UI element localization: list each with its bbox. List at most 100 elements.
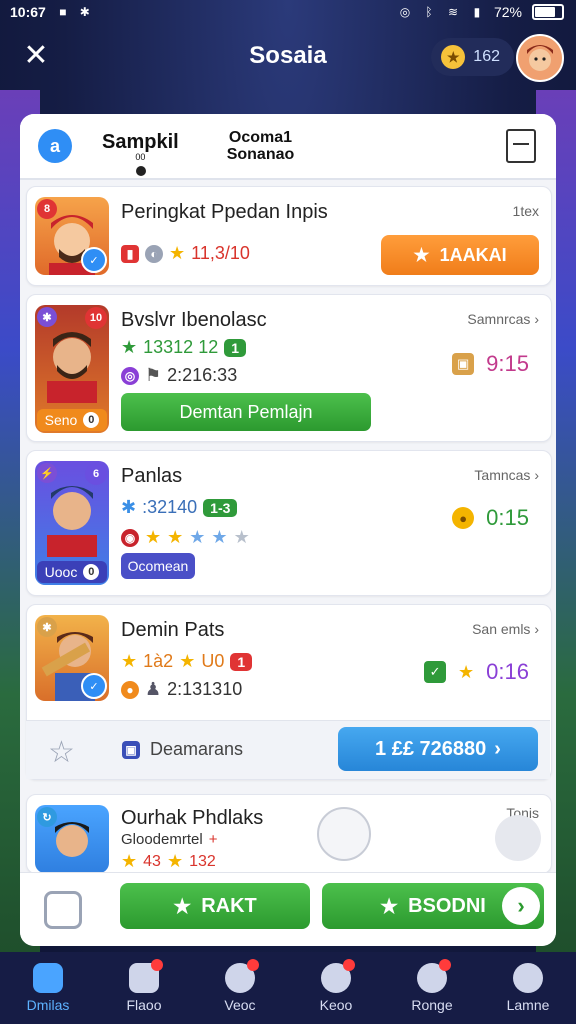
stats-value-b: 132 (189, 852, 216, 870)
star-outline-icon[interactable]: ☆ (48, 735, 75, 770)
primary-action-button[interactable]: ★ 1AAKAI (381, 235, 539, 275)
card-meta[interactable]: San emls › (472, 621, 539, 637)
tab-sampkil[interactable]: Sampkil 00 (102, 131, 179, 176)
green-action-button[interactable]: Demtan Pemlajn (121, 393, 371, 431)
green-action-label: Demtan Pemlajn (179, 401, 313, 422)
alarm-icon: ◎ (399, 5, 411, 19)
action-label-text: Deamarans (150, 739, 244, 759)
card-subtitle-text: Gloodemrtel (121, 831, 203, 848)
card-subtitle: Gloodemrtel + (121, 831, 217, 848)
purple-action-button[interactable]: Ocomean (121, 553, 195, 579)
active-tab-indicator (136, 165, 146, 176)
star-icon: ★ (179, 651, 196, 671)
card-meta-text: San emls (472, 621, 531, 637)
mic-icon[interactable] (495, 815, 541, 861)
time-value: 2:216:33 (167, 365, 238, 385)
nav-item-ronge[interactable]: Ronge (387, 959, 477, 1013)
gear-icon (513, 963, 543, 993)
nav-label: Dmilas (26, 997, 70, 1013)
card-meta[interactable]: Tamncas › (474, 467, 539, 483)
card-meta-text: Tamncas (474, 467, 531, 483)
stats-value: 11,3/10 (191, 243, 250, 263)
home-icon[interactable] (44, 891, 82, 929)
star-icon: ★ (458, 661, 475, 682)
thumb-count: 0 (83, 564, 100, 580)
player-thumbnail: ↻ (35, 805, 109, 873)
nav-label: Flaoo (126, 997, 162, 1013)
home-icon (33, 963, 63, 993)
nav-label: Ronge (411, 997, 453, 1013)
tab-ocoma[interactable]: Ocoma1 Sonanao (227, 129, 295, 163)
battery-percent: 72% (493, 4, 522, 20)
status-time: 10:67 (10, 4, 46, 20)
nav-item-dmilas[interactable]: Dmilas (3, 963, 93, 1013)
star-icon: ★ (121, 851, 138, 871)
notification-dot (439, 959, 451, 971)
bsodni-button-label: BSODNI (408, 894, 486, 917)
card-meta[interactable]: Samnrcas › (467, 311, 539, 327)
share-icon[interactable] (317, 807, 371, 861)
level-tag: 1 (230, 652, 253, 671)
nav-label: Keoo (319, 997, 353, 1013)
notification-dot (247, 959, 259, 971)
globe-icon: ◎ (121, 366, 139, 385)
card-stats-2: ◎ ⚑ 2:216:33 (121, 365, 237, 386)
rank-badge-icon: 8 (37, 199, 57, 219)
score-button[interactable]: 1 ££ 726880 › (338, 727, 538, 771)
stats-value: 43 (143, 852, 161, 870)
nav-item-lamne[interactable]: Lamne (483, 963, 573, 1013)
chevron-right-icon: › (502, 887, 540, 925)
app-logo-icon[interactable]: a (38, 129, 72, 163)
nav-label: Veoc (224, 997, 256, 1013)
refresh-icon: ↻ (37, 807, 57, 827)
bolt-icon: ⚡ (37, 463, 57, 483)
nav-item-veoc[interactable]: Veoc (195, 959, 285, 1013)
person-icon: ♟ (145, 679, 162, 699)
action-row: ☆ ▣ Deamarans 1 ££ 726880 › (26, 720, 550, 779)
list-item[interactable]: 8 ✓ Peringkat Ppedan Inpis 1tex ▮ ◐ ★ 11… (26, 186, 552, 286)
gift-icon: ▣ (122, 740, 140, 759)
level-tag: 1 (224, 338, 247, 357)
thumb-count: 0 (83, 412, 100, 428)
shield-icon: ◐ (145, 244, 163, 263)
thumb-label-text: Seno (44, 412, 78, 428)
timer: ✓ ★ 0:16 (424, 659, 529, 685)
bluetooth-icon: ᛒ (425, 5, 433, 19)
nav-item-flaoo[interactable]: Flaoo (99, 959, 189, 1013)
gear-icon: ✱ (37, 617, 57, 637)
star-rating: ◉ ★ ★ ★ ★ ★ (121, 527, 250, 548)
avatar[interactable] (516, 34, 564, 82)
star-icon: ★ (121, 651, 138, 671)
timer-value: 0:16 (486, 659, 529, 684)
bsodni-button[interactable]: ★ BSODNI › (322, 883, 544, 929)
people-icon (225, 959, 259, 993)
heart-icon (417, 959, 451, 993)
star-icon: ★ (380, 895, 399, 918)
bolt-icon: ★ (413, 244, 430, 265)
coin-balance[interactable]: ★ 162 (431, 38, 514, 76)
document-icon[interactable] (506, 129, 536, 163)
star-icon: ★ (169, 243, 186, 263)
list-item[interactable]: ⚡ 6 Uooc 0 Panlas Tamncas › ✱ :32140 1-3… (26, 450, 552, 596)
player-thumbnail: 8 ✓ (35, 197, 109, 275)
bottom-action-bar: ★ RAKT ★ BSODNI › (20, 872, 556, 946)
player-thumbnail: ⚡ 6 Uooc 0 (35, 461, 109, 585)
coin-count: 162 (473, 48, 500, 65)
card-title: Ourhak Phdlaks (121, 807, 264, 829)
tab-sampkil-sub: 00 (135, 151, 146, 162)
coin-icon: ★ (441, 45, 466, 69)
trophy-icon: ▮ (121, 244, 139, 263)
timer-value: 0:15 (486, 505, 529, 530)
notification-icon: ■ (59, 5, 67, 19)
thumb-label: Uooc 0 (37, 561, 107, 583)
thumb-label: Seno 0 (37, 409, 107, 431)
flag-icon: ⚑ (145, 365, 162, 385)
rakt-button[interactable]: ★ RAKT (120, 883, 310, 929)
list-item[interactable]: ↻ Ourhak Phdlaks Gloodemrtel + ★ 43 ★ 13… (26, 794, 552, 874)
list-item[interactable]: ✱ 10 Seno 0 Bvslvr Ibenolasc Samnrcas › … (26, 294, 552, 442)
star-icon: ★ (121, 337, 138, 357)
nav-item-keoo[interactable]: Keoo (291, 959, 381, 1013)
check-icon: ✓ (424, 661, 447, 683)
card-stats: ▮ ◐ ★ 11,3/10 (121, 243, 250, 264)
notification-dot (343, 959, 355, 971)
